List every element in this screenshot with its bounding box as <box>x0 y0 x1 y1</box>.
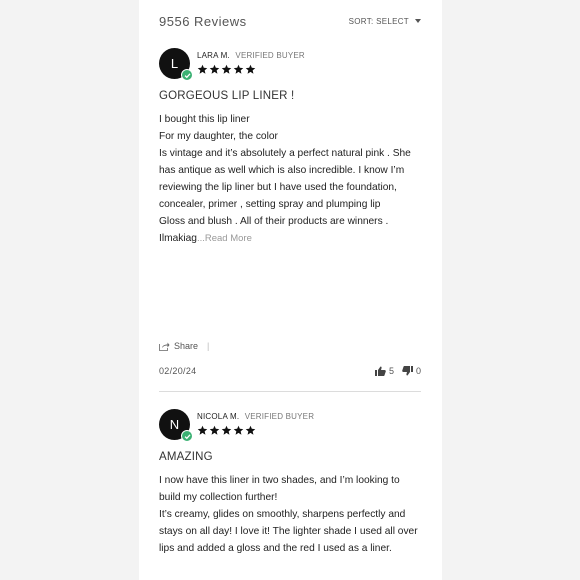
star-rating <box>197 64 305 75</box>
thumbs-up-icon <box>374 366 386 376</box>
review-divider <box>159 391 421 392</box>
review-body: I now have this liner in two shades, and… <box>159 472 421 557</box>
review-card: L LARA M. VERIFIED BUYER GORGEOUS LIP LI… <box>159 48 421 247</box>
sort-label: SORT: SELECT <box>348 16 409 26</box>
star-icon <box>221 425 232 435</box>
star-icon <box>197 425 208 435</box>
review-footer: 02/20/24 5 0 <box>159 364 421 378</box>
share-label: Share <box>174 341 199 351</box>
review-text-line: Gloss and blush . All of their products … <box>159 216 389 227</box>
review-date: 02/20/24 <box>159 366 197 376</box>
reviews-panel: 9556 Reviews SORT: SELECT L LARA M. VERI… <box>139 0 442 580</box>
star-icon <box>221 64 232 74</box>
review-card: N NICOLA M. VERIFIED BUYER AMAZING I now… <box>159 409 421 557</box>
read-more-link[interactable]: ...Read More <box>197 233 252 244</box>
review-title: GORGEOUS LIP LINER ! <box>159 90 295 102</box>
sort-dropdown[interactable]: SORT: SELECT <box>349 17 421 26</box>
review-text-line: Is vintage and it’s absolutely a perfect… <box>159 148 411 210</box>
divider-bar: | <box>207 341 210 351</box>
thumbs-down-icon <box>402 366 413 376</box>
star-icon <box>245 64 256 74</box>
review-author-row: L LARA M. VERIFIED BUYER <box>159 48 421 82</box>
star-icon <box>209 64 220 74</box>
upvote-count: 5 <box>388 366 394 376</box>
avatar-letter: N <box>169 417 180 432</box>
verified-buyer-label: VERIFIED BUYER <box>235 51 305 60</box>
star-icon <box>233 425 244 435</box>
review-text-line: It’s creamy, glides on smoothly, sharpen… <box>159 509 418 554</box>
verified-check-icon <box>181 430 193 442</box>
avatar: N <box>159 409 193 442</box>
star-icon <box>209 425 220 435</box>
downvote-count: 0 <box>415 366 421 376</box>
share-icon <box>159 342 170 351</box>
review-text-line: I now have this liner in two shades, and… <box>159 475 400 503</box>
review-title: AMAZING <box>159 451 213 463</box>
verified-buyer-label: VERIFIED BUYER <box>244 412 315 421</box>
review-count: 9556 Reviews <box>159 13 247 29</box>
author-meta: LARA M. VERIFIED BUYER <box>197 51 305 75</box>
review-text-last: Ilmakiag <box>159 233 197 244</box>
author-line: NICOLA M. VERIFIED BUYER <box>197 412 314 421</box>
review-text-line: For my daughter, the color <box>159 131 278 142</box>
author-name: NICOLA M. <box>197 412 240 421</box>
star-rating <box>197 425 314 436</box>
verified-check-icon <box>181 69 193 81</box>
avatar: L <box>159 48 193 81</box>
thumbs-down-button[interactable]: 0 <box>402 366 421 376</box>
share-button[interactable]: Share <box>159 341 198 351</box>
caret-down-icon <box>415 19 421 23</box>
author-line: LARA M. VERIFIED BUYER <box>197 51 305 60</box>
star-icon <box>233 64 244 74</box>
review-body: I bought this lip liner For my daughter,… <box>159 111 421 247</box>
review-text-line: I bought this lip liner <box>159 114 250 125</box>
reviews-header: 9556 Reviews SORT: SELECT <box>159 12 421 30</box>
review-text-line: Ilmakiag...Read More <box>159 230 421 247</box>
star-icon <box>197 64 208 74</box>
review-author-row: N NICOLA M. VERIFIED BUYER <box>159 409 421 443</box>
star-icon <box>245 425 256 435</box>
author-name: LARA M. <box>197 51 230 60</box>
thumbs-up-button[interactable]: 5 <box>374 366 394 376</box>
review-votes: 5 0 <box>374 366 421 376</box>
avatar-letter: L <box>170 56 179 71</box>
author-meta: NICOLA M. VERIFIED BUYER <box>197 412 314 436</box>
review-actions: Share | <box>159 341 209 351</box>
